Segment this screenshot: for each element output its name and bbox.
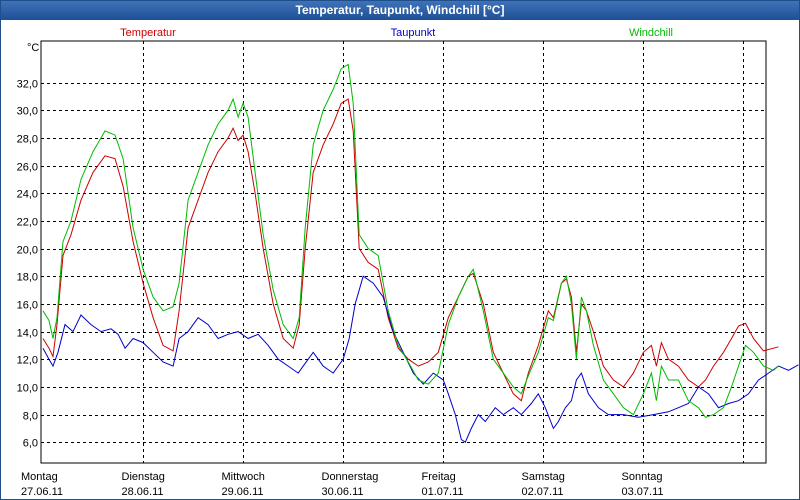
plot-area [40, 40, 767, 464]
y-tick-label: 32,0 [17, 79, 38, 91]
y-tick-label: 12,0 [17, 355, 38, 367]
legend-taupunkt: Taupunkt [391, 27, 436, 39]
y-tick-label: 10,0 [17, 383, 38, 395]
y-tick-label: 30,0 [17, 106, 38, 118]
y-tick-label: 16,0 [17, 300, 38, 312]
x-tick-day: Sonntag [622, 471, 663, 483]
x-tick-date: 02.07.11 [522, 486, 564, 498]
legend-windchill: Windchill [629, 27, 673, 39]
y-tick-label: 8,0 [23, 411, 38, 423]
x-tick-day: Mittwoch [222, 471, 265, 483]
line-chart: 6,0 8,0 10,0 12,0 14,0 16,0 18,0 20,0 22,0 24,0 26… [17, 27, 799, 498]
x-tick-day: Donnerstag [322, 471, 379, 483]
x-tick-day: Dienstag [122, 471, 165, 483]
x-tick-date: 27.06.11 [21, 486, 63, 498]
x-tick-date: 29.06.11 [222, 486, 264, 498]
y-tick-label: 18,0 [17, 272, 38, 284]
y-tick-label: 26,0 [17, 162, 38, 174]
x-tick-day: Freitag [422, 471, 456, 483]
y-tick-label: 28,0 [17, 134, 38, 146]
y-tick-label: 20,0 [17, 245, 38, 257]
legend-temperatur: Temperatur [120, 27, 176, 39]
y-tick-label: 6,0 [23, 438, 38, 450]
x-tick-day: Samstag [522, 471, 565, 483]
y-tick-label: 24,0 [17, 189, 38, 201]
y-tick-label: 14,0 [17, 328, 38, 340]
x-tick-date: 28.06.11 [122, 486, 164, 498]
x-tick-date: 01.07.11 [422, 486, 464, 498]
y-tick-label: 22,0 [17, 217, 38, 229]
x-tick-date: 03.07.11 [622, 486, 664, 498]
y-axis-unit: °C [27, 42, 39, 54]
x-tick-date: 30.06.11 [322, 486, 364, 498]
x-tick-day: Montag [21, 471, 58, 483]
chart-window: Temperatur, Taupunkt, Windchill [°C] 6,0… [0, 0, 800, 500]
